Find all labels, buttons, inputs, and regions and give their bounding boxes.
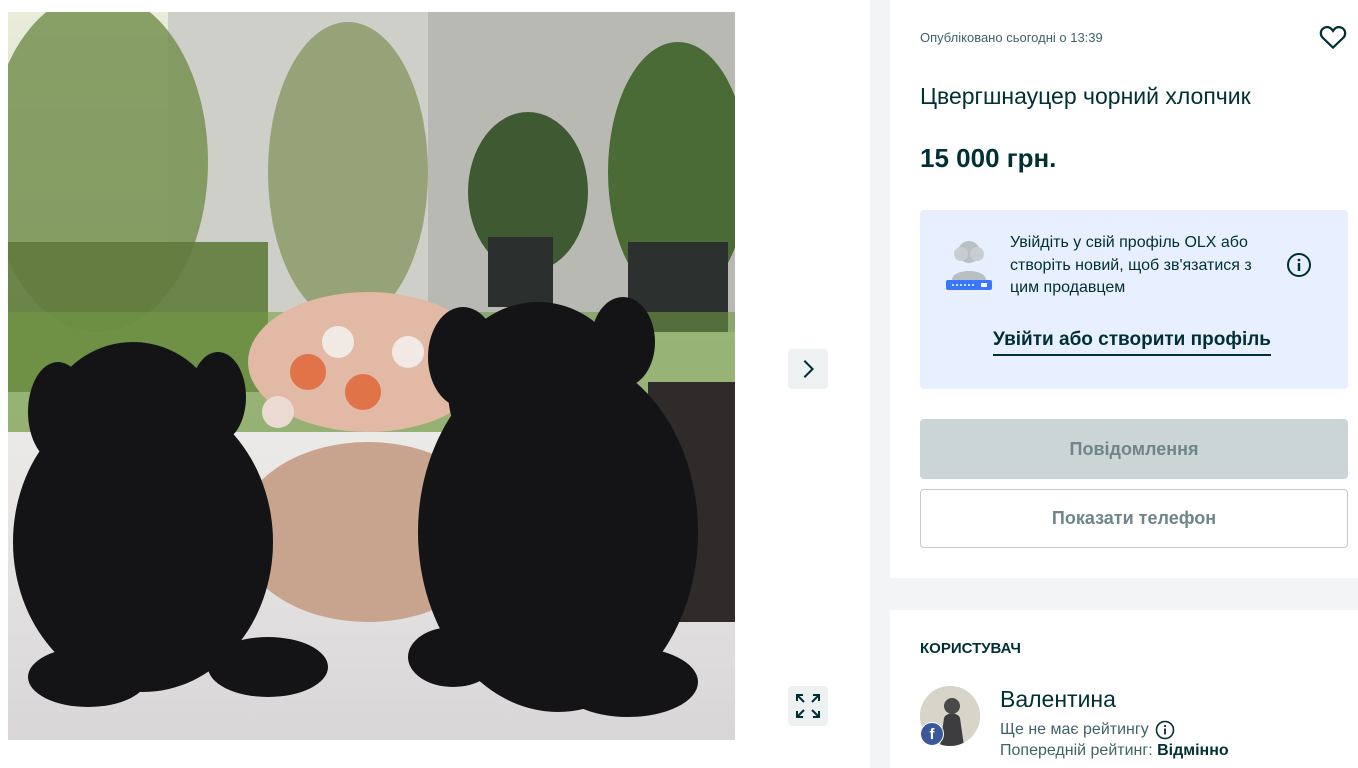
listing-card: Опубліковано сьогодні о 13:39 Цвергшнауц… — [890, 0, 1358, 578]
expand-icon — [796, 694, 820, 718]
previous-rating-label: Попередній рейтинг: — [1000, 742, 1153, 759]
chevron-right-icon — [803, 360, 815, 378]
next-photo-button[interactable] — [788, 349, 828, 389]
listing-photo[interactable] — [8, 12, 735, 740]
info-icon[interactable] — [1155, 720, 1175, 740]
profile-placeholder-icon — [946, 241, 992, 290]
puppies-photo — [8, 12, 735, 740]
login-prompt: Увійдіть у свій профіль OLX або створіть… — [920, 210, 1348, 389]
posted-date: Опубліковано сьогодні о 13:39 — [920, 30, 1103, 45]
login-prompt-text: Увійдіть у свій профіль OLX або створіть… — [1010, 234, 1252, 296]
user-name: Валентина — [1000, 686, 1116, 712]
show-phone-button[interactable]: Показати телефон — [920, 489, 1348, 548]
listing-title: Цвергшнауцер чорний хлопчик — [920, 83, 1251, 109]
rating-text: Ще не має рейтингу — [1000, 721, 1149, 738]
user-section-heading: КОРИСТУВАЧ — [920, 640, 1021, 657]
fullscreen-button[interactable] — [788, 686, 828, 726]
listing-price: 15 000 грн. — [920, 143, 1057, 173]
login-or-register-link[interactable]: Увійти або створити профіль — [993, 329, 1271, 356]
facebook-icon: f — [920, 722, 944, 746]
user-card: КОРИСТУВАЧ f Валентина Ще не має рейтинг… — [890, 610, 1358, 768]
message-button[interactable]: Повідомлення — [920, 419, 1348, 479]
gallery — [0, 0, 870, 768]
previous-rating-value: Відмінно — [1157, 742, 1229, 759]
favorite-button[interactable] — [1318, 22, 1348, 52]
info-icon[interactable] — [1286, 252, 1312, 278]
previous-rating: Попередній рейтинг: Відмінно — [1000, 742, 1229, 760]
heart-icon — [1319, 25, 1347, 50]
user-rating: Ще не має рейтингу — [1000, 720, 1175, 740]
